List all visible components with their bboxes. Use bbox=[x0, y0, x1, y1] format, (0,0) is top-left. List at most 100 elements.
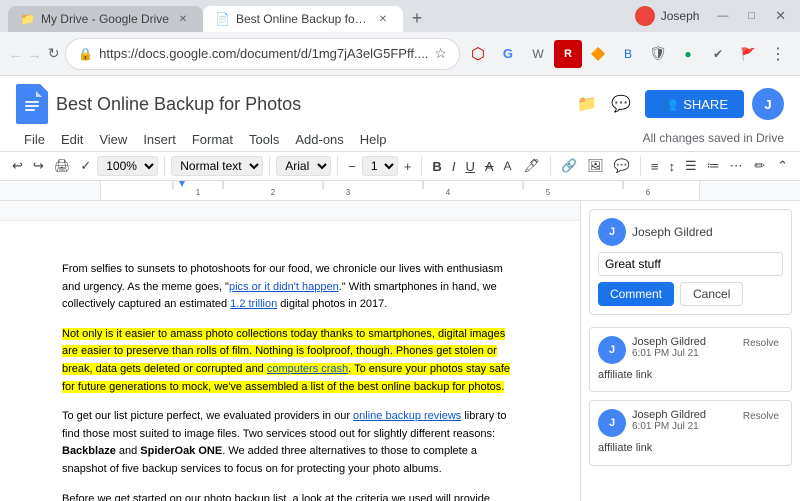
tab-close-docs[interactable]: ✕ bbox=[375, 11, 391, 27]
refresh-button[interactable]: ↻ bbox=[46, 40, 61, 68]
docs-actions: 💬 👥 SHARE J bbox=[605, 88, 784, 120]
para3-spideroak: SpiderOak ONE bbox=[140, 445, 222, 457]
folder-icon[interactable]: 📁 bbox=[577, 94, 597, 114]
forward-button[interactable]: → bbox=[27, 40, 42, 68]
new-tab-button[interactable]: + bbox=[403, 4, 431, 32]
image-button[interactable]: 🖼 bbox=[583, 156, 608, 176]
menu-file[interactable]: File bbox=[16, 128, 53, 151]
bookmark-icon[interactable]: ☆ bbox=[434, 45, 447, 62]
svg-text:1: 1 bbox=[196, 188, 201, 197]
share-label: SHARE bbox=[683, 97, 728, 112]
extension-icons: ⬡ G W R 🔶 B 🛡 ● ✔ 🚩 ⋮ bbox=[464, 40, 792, 68]
docs-app-icon bbox=[16, 84, 48, 124]
italic-button[interactable]: I bbox=[448, 157, 460, 176]
tab-drive[interactable]: 📁 My Drive - Google Drive ✕ bbox=[8, 6, 203, 32]
highlight-button[interactable]: 🖊 bbox=[520, 156, 545, 176]
bold-button[interactable]: B bbox=[428, 157, 445, 176]
ext-blue[interactable]: B bbox=[614, 40, 642, 68]
font-size-select[interactable]: 11 bbox=[362, 156, 398, 176]
font-size-decrease[interactable]: − bbox=[344, 157, 360, 176]
menu-view[interactable]: View bbox=[91, 128, 135, 151]
comment-thread-2: J Joseph Gildred 6:01 PM Jul 21 Resolve … bbox=[589, 400, 792, 465]
comment-input[interactable] bbox=[598, 252, 783, 276]
ext-google[interactable]: G bbox=[494, 40, 522, 68]
ext-word[interactable]: W bbox=[524, 40, 552, 68]
menu-addons[interactable]: Add-ons bbox=[287, 128, 351, 151]
menu-edit[interactable]: Edit bbox=[53, 128, 91, 151]
share-button[interactable]: 👥 SHARE bbox=[645, 90, 744, 118]
page-container[interactable]: From selfies to sunsets to photoshoots f… bbox=[0, 201, 580, 501]
comment-button[interactable]: 💬 bbox=[610, 156, 634, 176]
expand-button[interactable]: ⌃ bbox=[773, 156, 792, 176]
back-button[interactable]: ← bbox=[8, 40, 23, 68]
para1-link1[interactable]: pics or it didn't happen bbox=[229, 281, 339, 293]
text-color-button[interactable]: A bbox=[500, 157, 518, 175]
link-button[interactable]: 🔗 bbox=[557, 156, 581, 176]
line-spacing-button[interactable]: ↕ bbox=[665, 157, 680, 176]
svg-text:6: 6 bbox=[646, 188, 651, 197]
ext-green[interactable]: ● bbox=[674, 40, 702, 68]
tab-favicon-docs: 📄 bbox=[215, 12, 230, 26]
docs-body: From selfies to sunsets to photoshoots f… bbox=[0, 201, 800, 501]
toolbar-divider-6 bbox=[640, 156, 641, 176]
menu-format[interactable]: Format bbox=[184, 128, 241, 151]
more-extensions[interactable]: ⋮ bbox=[764, 40, 792, 68]
menu-tools[interactable]: Tools bbox=[241, 128, 287, 151]
ext-orange[interactable]: 🔶 bbox=[584, 40, 612, 68]
people-icon: 👥 bbox=[661, 96, 677, 112]
edit-mode-button[interactable]: ✏ bbox=[750, 156, 769, 176]
font-size-increase[interactable]: + bbox=[400, 157, 416, 176]
comments-button[interactable]: 💬 bbox=[605, 88, 637, 120]
font-select[interactable]: Arial bbox=[276, 156, 331, 176]
toolbar-divider-4 bbox=[421, 156, 422, 176]
minimize-button[interactable]: — bbox=[711, 8, 734, 24]
close-button[interactable]: ✕ bbox=[769, 6, 792, 26]
comment-submit-button[interactable]: Comment bbox=[598, 282, 674, 306]
docs-toolbar: ↩ ↪ 🖨 ✓ 100% Normal text Arial − 11 + B … bbox=[0, 152, 800, 181]
ext-shield[interactable]: 🛡 bbox=[644, 40, 672, 68]
para2-link[interactable]: computers crash bbox=[267, 363, 348, 375]
para3-link[interactable]: online backup reviews bbox=[353, 410, 461, 422]
numbered-list-button[interactable]: ≔ bbox=[703, 156, 724, 176]
thread1-avatar: J bbox=[598, 336, 626, 364]
print-button[interactable]: 🖨 bbox=[50, 156, 75, 176]
address-bar[interactable]: 🔒 https://docs.google.com/document/d/1mg… bbox=[65, 38, 460, 70]
more-toolbar[interactable]: ⋯ bbox=[726, 156, 747, 176]
style-select[interactable]: Normal text bbox=[171, 156, 263, 176]
para3-text3: and bbox=[116, 445, 140, 457]
ext-flag[interactable]: 🚩 bbox=[734, 40, 762, 68]
strikethrough-button[interactable]: A bbox=[481, 157, 498, 176]
spellcheck-button[interactable]: ✓ bbox=[76, 156, 95, 176]
underline-button[interactable]: U bbox=[461, 157, 478, 176]
tab-close-drive[interactable]: ✕ bbox=[175, 11, 191, 27]
svg-text:4: 4 bbox=[446, 188, 451, 197]
para1-link2[interactable]: 1.2 trillion bbox=[230, 298, 277, 310]
ext-lastpass[interactable]: ⬡ bbox=[464, 40, 492, 68]
paragraph-1: From selfies to sunsets to photoshoots f… bbox=[62, 261, 518, 314]
comment-thread-1: J Joseph Gildred 6:01 PM Jul 21 Resolve … bbox=[589, 327, 792, 392]
menu-insert[interactable]: Insert bbox=[135, 128, 184, 151]
tab-docs[interactable]: 📄 Best Online Backup for P... ✕ bbox=[203, 6, 403, 32]
compose-avatar: J bbox=[598, 218, 626, 246]
maximize-button[interactable]: □ bbox=[742, 8, 761, 24]
compose-author-name: Joseph Gildred bbox=[632, 225, 713, 239]
align-button[interactable]: ≡ bbox=[647, 157, 663, 176]
menu-help[interactable]: Help bbox=[352, 128, 395, 151]
page-title[interactable]: Best Online Backup for Photos bbox=[56, 94, 569, 115]
docs-menubar: File Edit View Insert Format Tools Add-o… bbox=[16, 128, 784, 151]
thread1-body: affiliate link bbox=[598, 368, 783, 383]
window-controls: — □ ✕ bbox=[711, 6, 792, 26]
toolbar-divider-3 bbox=[337, 156, 338, 176]
toolbar-divider-2 bbox=[269, 156, 270, 176]
list-button[interactable]: ☰ bbox=[681, 156, 701, 176]
ext-red1[interactable]: R bbox=[554, 40, 582, 68]
user-avatar[interactable]: J bbox=[752, 88, 784, 120]
zoom-select[interactable]: 100% bbox=[97, 156, 158, 176]
comment-cancel-button[interactable]: Cancel bbox=[680, 282, 743, 306]
thread2-resolve-button[interactable]: Resolve bbox=[739, 409, 783, 424]
redo-button[interactable]: ↪ bbox=[29, 156, 48, 176]
thread1-resolve-button[interactable]: Resolve bbox=[739, 336, 783, 351]
thread1-author: Joseph Gildred bbox=[632, 336, 733, 348]
undo-button[interactable]: ↩ bbox=[8, 156, 27, 176]
ext-check[interactable]: ✔ bbox=[704, 40, 732, 68]
